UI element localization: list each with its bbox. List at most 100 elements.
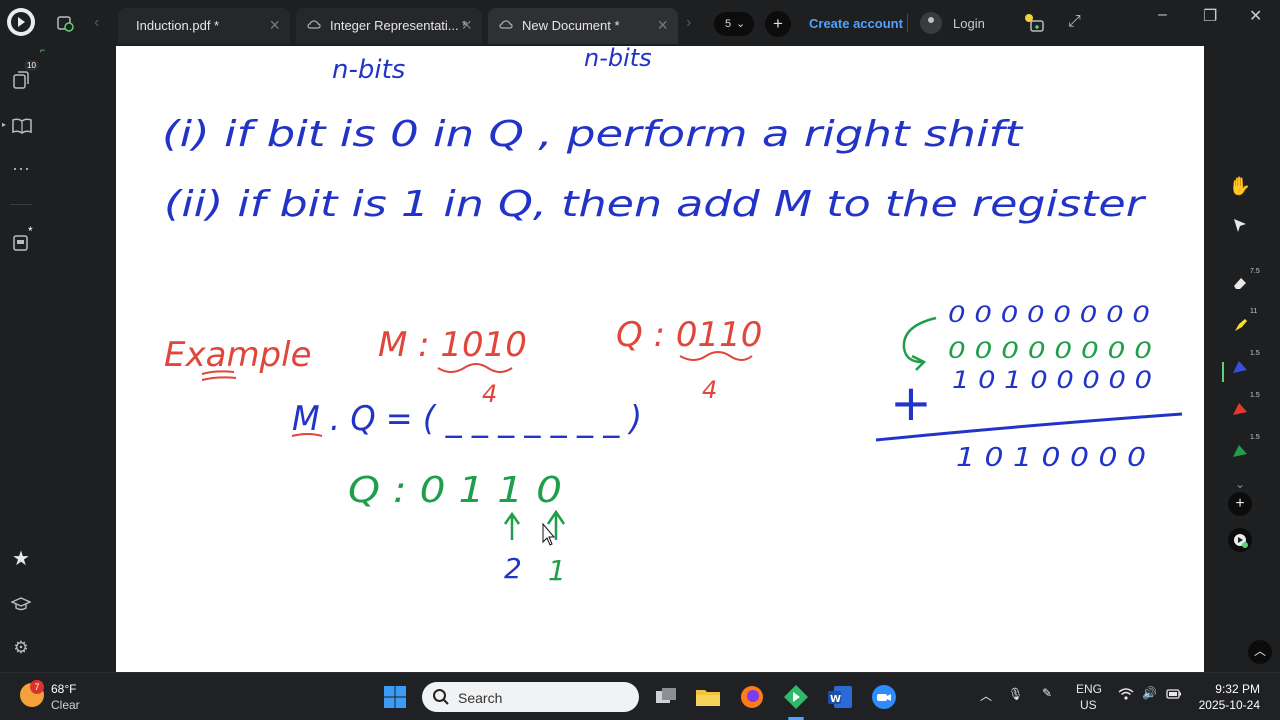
- close-icon[interactable]: ×: [269, 15, 280, 35]
- tab-label: Induction.pdf *: [136, 18, 220, 33]
- firefox-icon[interactable]: [738, 683, 766, 711]
- pen-toolbar: ✋ 7.5 11 1.5 1.5 1.5 ⌄ +: [1222, 160, 1260, 560]
- book-icon[interactable]: [11, 116, 32, 136]
- chevron-left-icon[interactable]: ‹: [94, 14, 99, 32]
- volume-icon[interactable]: 🔊: [1142, 686, 1157, 700]
- more-icon[interactable]: ···: [11, 158, 31, 178]
- word-icon[interactable]: W: [826, 683, 854, 711]
- hand-icon[interactable]: ✋: [1228, 174, 1252, 198]
- login-link[interactable]: Login: [953, 16, 985, 31]
- mic-icon[interactable]: 🎙: [1008, 687, 1023, 701]
- eraser-size: 7.5: [1250, 268, 1260, 275]
- windows-start-icon[interactable]: [383, 685, 407, 709]
- search-placeholder: Search: [458, 690, 503, 706]
- minimize-icon[interactable]: –: [1158, 6, 1167, 24]
- left-rail: ⌐ 10 ▸ ··· * ★ ⚙: [0, 45, 46, 672]
- highlighter-size: 11: [1250, 308, 1258, 315]
- file-explorer-icon[interactable]: [694, 683, 722, 711]
- q-value: Q : 0110: [616, 315, 762, 355]
- gear-icon[interactable]: ⚙: [11, 638, 31, 658]
- active-tool-indicator: [1222, 362, 1224, 382]
- home-icon[interactable]: [56, 14, 74, 37]
- tab-induction[interactable]: Induction.pdf * ×: [118, 8, 290, 44]
- q-bits: 4: [702, 376, 717, 404]
- lightbulb-icon[interactable]: [1022, 11, 1046, 40]
- language-code[interactable]: ENG: [1076, 682, 1102, 696]
- close-window-icon[interactable]: ✕: [1249, 6, 1262, 26]
- corner-marker-icon: ⌐: [40, 45, 46, 55]
- green-pen-size: 1.5: [1250, 434, 1260, 441]
- sum-row-2: 0 0 0 0 0 0 0 0: [948, 339, 1152, 364]
- sum-row-1: 0 0 0 0 0 0 0 0: [948, 303, 1150, 328]
- cloud-icon: [499, 20, 513, 29]
- battery-icon[interactable]: [1166, 688, 1182, 703]
- select-pointer-icon[interactable]: [1228, 216, 1252, 240]
- pen-icon[interactable]: ✎: [1042, 686, 1052, 700]
- sum-plus: +: [890, 374, 932, 432]
- pages-icon[interactable]: [11, 70, 31, 90]
- mq-expression: M . Q = ( _ _ _ _ _ _ _ ): [292, 399, 642, 439]
- chevron-down-icon: ⌄: [736, 18, 746, 30]
- taskbar-search[interactable]: Search: [422, 682, 639, 712]
- q-row: Q : 0 1 1 0: [348, 470, 562, 511]
- close-icon[interactable]: ×: [657, 15, 668, 35]
- wifi-icon[interactable]: [1118, 687, 1134, 704]
- pages-badge: 10: [24, 60, 39, 71]
- handwriting-layer: n-bits n-bits (i) if bit is 0 in Q , per…: [162, 46, 1183, 587]
- avatar-icon[interactable]: [920, 12, 942, 34]
- weather-condition[interactable]: Clear: [51, 698, 80, 712]
- rule-1: (i) if bit is 0 in Q , perform a right s…: [162, 114, 1024, 155]
- highlighter-icon[interactable]: [1228, 316, 1252, 340]
- weather-badge: 7: [30, 680, 44, 694]
- cloud-icon: [307, 20, 321, 29]
- expand-arrow-icon[interactable]: ▸: [2, 120, 6, 129]
- blue-pen-size: 1.5: [1250, 350, 1260, 357]
- search-icon: [433, 689, 449, 705]
- star-icon[interactable]: ★: [11, 546, 31, 570]
- step-1: 1: [548, 554, 566, 587]
- region-code[interactable]: US: [1080, 698, 1097, 712]
- add-tool-button[interactable]: +: [1228, 492, 1252, 516]
- active-app-icon[interactable]: [782, 683, 810, 711]
- whiteboard-canvas[interactable]: n-bits n-bits (i) if bit is 0 in Q , per…: [116, 46, 1204, 672]
- close-icon[interactable]: ×: [461, 15, 472, 35]
- temperature[interactable]: 68°F: [51, 682, 76, 696]
- app-shortcut-icon[interactable]: [1228, 528, 1252, 552]
- notes-badge: *: [28, 224, 33, 238]
- windows-taskbar: 7 68°F Clear Search W ︿ 🎙 ✎ ENG US 🔊 9:3…: [0, 672, 1280, 720]
- new-tab-button[interactable]: +: [765, 11, 791, 37]
- chevron-up-button[interactable]: ︿: [1248, 640, 1272, 664]
- page-count-dropdown[interactable]: 5 ⌄: [714, 12, 754, 36]
- blue-pen-icon[interactable]: [1228, 358, 1252, 382]
- sum-result: 1 0 1 0 0 0 0: [956, 443, 1146, 473]
- rule-2: (ii) if bit is 1 in Q, then add M to the…: [164, 184, 1147, 225]
- mouse-cursor-icon: [542, 522, 556, 546]
- tab-label: Integer Representati... *: [330, 18, 468, 33]
- fullscreen-icon[interactable]: ⤢: [1068, 13, 1081, 31]
- graduation-cap-icon[interactable]: [10, 594, 32, 614]
- sum-row-3: 1 0 1 0 0 0 0 0: [952, 366, 1152, 394]
- zoom-icon[interactable]: [870, 683, 898, 711]
- step-2: 2: [504, 552, 522, 585]
- eraser-icon[interactable]: [1228, 274, 1252, 298]
- create-account-link[interactable]: Create account: [809, 16, 903, 31]
- red-pen-size: 1.5: [1250, 392, 1260, 399]
- divider: [10, 204, 32, 205]
- svg-text:W: W: [830, 694, 841, 705]
- clock-date[interactable]: 2025-10-24: [1196, 698, 1260, 712]
- tab-new-document[interactable]: New Document * ×: [488, 8, 678, 44]
- chevron-up-icon[interactable]: ︿: [980, 687, 992, 704]
- clock-time[interactable]: 9:32 PM: [1198, 682, 1260, 696]
- chevron-right-icon[interactable]: ›: [686, 14, 691, 32]
- tab-label: New Document *: [522, 18, 620, 33]
- n-bits-right: n-bits: [584, 46, 652, 72]
- divider: [907, 14, 908, 32]
- app-logo-icon[interactable]: [7, 8, 35, 36]
- page-count: 5: [725, 18, 732, 30]
- tab-integer-representation[interactable]: Integer Representati... * ×: [296, 8, 482, 44]
- restore-icon[interactable]: ❐: [1203, 6, 1217, 26]
- red-pen-icon[interactable]: [1228, 400, 1252, 424]
- green-pen-icon[interactable]: [1228, 442, 1252, 466]
- app-window: ‹ Induction.pdf * × Integer Representati…: [0, 0, 1280, 672]
- task-view-icon[interactable]: [652, 683, 680, 711]
